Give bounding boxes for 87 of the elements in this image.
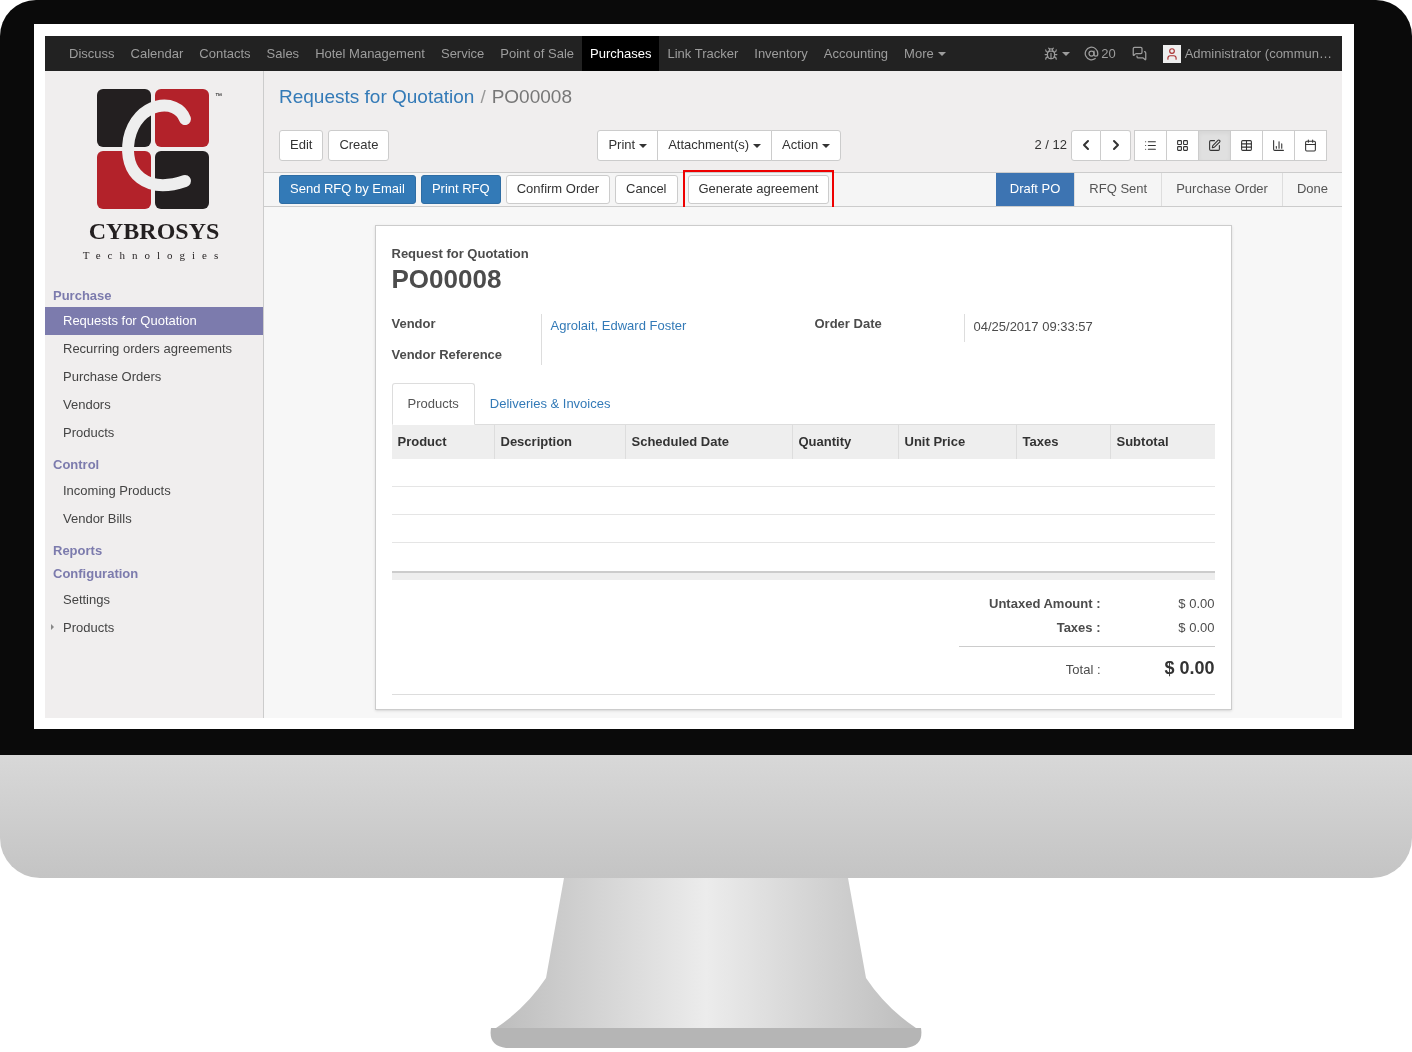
- nav-menu-item[interactable]: Discuss: [61, 36, 123, 71]
- sidebar-item[interactable]: Purchase Orders: [45, 363, 263, 391]
- total-value: $ 0.00: [1177, 594, 1215, 613]
- nav-menu-item[interactable]: Accounting: [815, 36, 897, 71]
- total-label: Untaxed Amount :: [988, 594, 1101, 613]
- toolbar-button[interactable]: Create: [328, 129, 390, 161]
- column-header: Subtotal: [1109, 424, 1215, 459]
- table-icon[interactable]: [1230, 129, 1263, 161]
- nav-menu-item[interactable]: Contacts: [191, 36, 259, 71]
- stage-step[interactable]: Purchase Order: [1161, 172, 1282, 206]
- sidebar-item[interactable]: Vendors: [45, 391, 263, 419]
- total-label: Taxes :: [1055, 618, 1101, 637]
- nav-menu-item[interactable]: Purchases: [582, 36, 660, 71]
- breadcrumb-link[interactable]: Requests for Quotation: [279, 83, 475, 112]
- nav-menu-item[interactable]: Inventory: [746, 36, 816, 71]
- toolbar-button[interactable]: Edit: [279, 129, 324, 161]
- total-label: Total :: [1064, 660, 1101, 679]
- bug-icon[interactable]: [1044, 46, 1059, 61]
- field-label: Vendor Reference: [391, 346, 504, 364]
- sheet-title: PO00008: [391, 263, 503, 296]
- logo-tagline: Technologies: [82, 248, 226, 263]
- column-header: Unit Price: [897, 424, 1016, 459]
- nav-menu-item[interactable]: Point of Sale: [492, 36, 583, 71]
- column-header: Quantity: [791, 424, 898, 459]
- pager-counter: 2 / 12: [1034, 136, 1067, 155]
- total-value: $ 0.00: [1163, 656, 1215, 680]
- sidebar-item[interactable]: Vendor Bills: [45, 504, 263, 533]
- sidebar-item[interactable]: Requests for Quotation: [45, 307, 263, 335]
- caret-icon: [1062, 51, 1071, 56]
- sidebar-section-title: Control: [52, 456, 101, 474]
- calendar-icon[interactable]: [1294, 129, 1327, 161]
- logo-name: CYBROSYS: [88, 219, 220, 243]
- sidebar-item[interactable]: Settings: [45, 585, 263, 614]
- statusbar-button[interactable]: Print RFQ: [420, 174, 501, 204]
- avatar-icon: [1162, 44, 1181, 63]
- statusbar-button[interactable]: Confirm Order: [505, 174, 611, 204]
- stage-step[interactable]: Done: [1281, 172, 1342, 206]
- next-button[interactable]: [1101, 129, 1131, 161]
- column-header: Taxes: [1015, 424, 1110, 459]
- nav-menu-item[interactable]: More: [896, 36, 954, 71]
- form-tab[interactable]: Products: [391, 382, 475, 425]
- caret-icon: [753, 143, 762, 148]
- mention-icon[interactable]: [1084, 46, 1100, 61]
- form-tab[interactable]: Deliveries & Invoices: [474, 382, 626, 425]
- sheet-subtitle: Request for Quotation: [391, 244, 530, 263]
- chat-icon[interactable]: [1131, 46, 1147, 61]
- breadcrumb-current: PO00008: [491, 85, 572, 109]
- column-header: Product: [396, 432, 448, 451]
- total-value: $ 0.00: [1177, 618, 1215, 637]
- field-label: Order Date: [814, 313, 965, 342]
- dropdown-button[interactable]: Attachment(s): [657, 129, 773, 161]
- statusbar-button[interactable]: Send RFQ by Email: [279, 174, 416, 204]
- breadcrumb-separator: /: [480, 85, 486, 109]
- sidebar-item[interactable]: Products: [45, 613, 263, 642]
- nav-menu-item[interactable]: Sales: [258, 36, 308, 71]
- dropdown-button[interactable]: Action: [771, 129, 842, 161]
- field-value: 04/25/2017 09:33:57: [972, 317, 1093, 336]
- grid-view-icon[interactable]: [1166, 129, 1199, 161]
- caret-icon: [937, 51, 946, 56]
- sidebar-item[interactable]: Recurring orders agreements: [45, 335, 263, 363]
- column-header: Scheduled Date: [624, 424, 792, 459]
- nav-menu-item[interactable]: Link Tracker: [659, 36, 747, 71]
- vendor-link[interactable]: Agrolait, Edward Foster: [541, 313, 815, 365]
- column-header: Description: [493, 424, 625, 459]
- bar-chart-icon[interactable]: [1262, 129, 1295, 161]
- statusbar-button[interactable]: Cancel: [615, 174, 678, 204]
- edit-icon[interactable]: [1198, 129, 1231, 161]
- user-menu[interactable]: Administrator (commun…: [1184, 43, 1332, 64]
- stage-step[interactable]: RFQ Sent: [1074, 172, 1162, 206]
- caret-icon: [639, 143, 648, 148]
- dropdown-button[interactable]: Print: [597, 129, 659, 161]
- sidebar-section-title: Configuration: [52, 565, 140, 583]
- nav-menu-item[interactable]: Calendar: [122, 36, 192, 71]
- sidebar-item[interactable]: Incoming Products: [45, 476, 263, 505]
- list-view-icon[interactable]: [1134, 129, 1167, 161]
- previous-button[interactable]: [1071, 129, 1101, 161]
- caret-icon: [822, 143, 831, 148]
- nav-menu-item[interactable]: Service: [432, 36, 493, 71]
- sidebar-section-title: Purchase: [52, 286, 113, 305]
- sidebar-item[interactable]: Products: [45, 419, 263, 447]
- mention-count: 20: [1101, 44, 1116, 63]
- stage-step[interactable]: Draft PO: [995, 172, 1075, 206]
- statusbar-button[interactable]: Generate agreement: [687, 174, 830, 204]
- sidebar-section-title: Reports: [52, 541, 104, 560]
- expand-arrow-icon[interactable]: [51, 623, 54, 630]
- nav-menu-item[interactable]: Hotel Management: [307, 36, 433, 71]
- field-label: Vendor: [391, 314, 437, 333]
